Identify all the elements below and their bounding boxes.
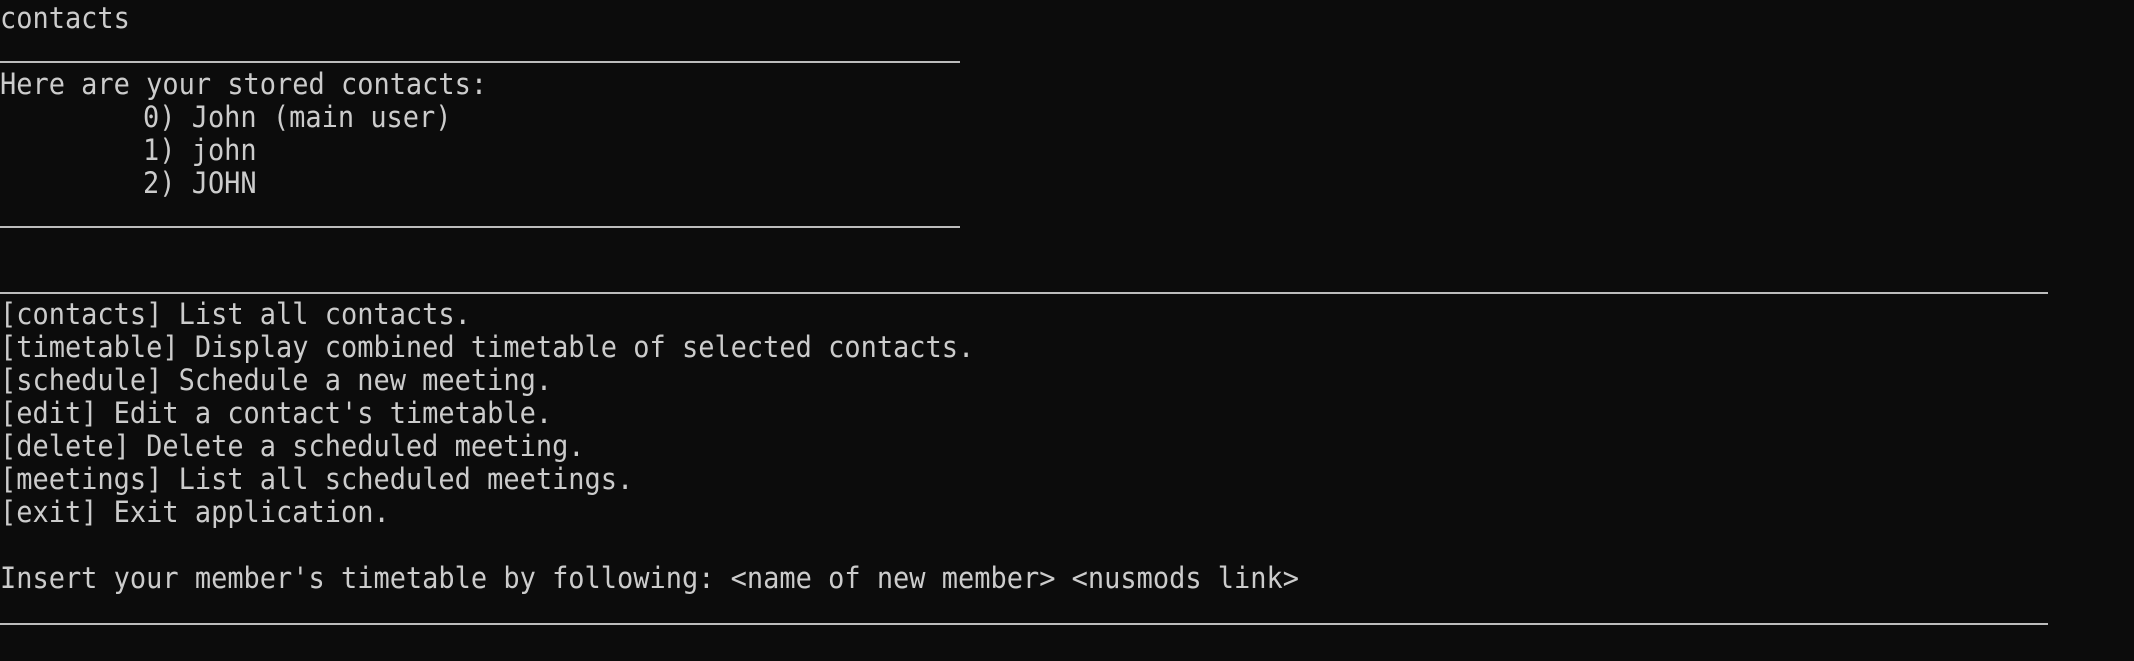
input-prompt: Insert your member's timetable by follow… (0, 561, 1299, 595)
contact-item-2: 2) JOHN (143, 166, 257, 200)
menu-item-contacts: [contacts] List all contacts. (0, 297, 471, 331)
menu-item-delete: [delete] Delete a scheduled meeting. (0, 429, 585, 463)
divider-menu-bottom (0, 623, 2048, 625)
contact-item-0: 0) John (main user) (143, 100, 452, 134)
menu-item-schedule: [schedule] Schedule a new meeting. (0, 363, 553, 397)
command-echo: contacts (0, 1, 130, 35)
divider-menu-top (0, 292, 2048, 294)
menu-item-edit: [edit] Edit a contact's timetable. (0, 396, 553, 430)
menu-item-meetings: [meetings] List all scheduled meetings. (0, 462, 634, 496)
contact-item-1: 1) john (143, 133, 257, 167)
divider-bottom-short (0, 226, 960, 228)
divider-top-short (0, 61, 960, 63)
terminal-window[interactable]: contacts Here are your stored contacts: … (0, 0, 2134, 661)
contacts-header: Here are your stored contacts: (0, 67, 488, 101)
menu-item-exit: [exit] Exit application. (0, 495, 390, 529)
menu-item-timetable: [timetable] Display combined timetable o… (0, 330, 975, 364)
